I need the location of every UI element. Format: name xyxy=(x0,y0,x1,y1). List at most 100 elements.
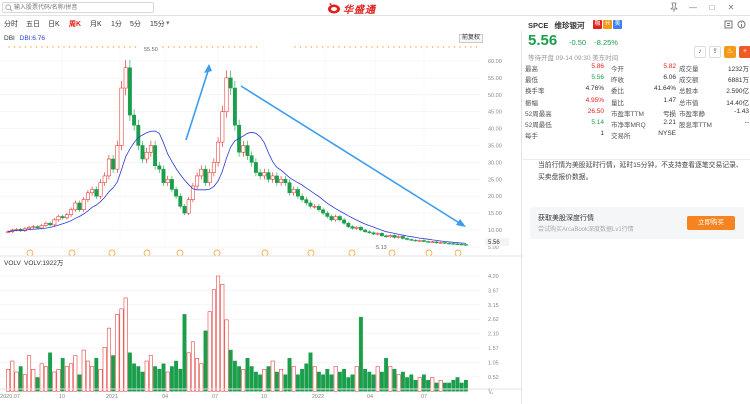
quote-value: 5.14 xyxy=(591,118,604,126)
time-axis-label: 10 xyxy=(261,394,267,400)
candle-body xyxy=(346,222,351,227)
candle-body xyxy=(367,231,372,233)
tab-5min[interactable]: 5分 xyxy=(130,19,141,29)
price-axis-tick: 40.00 xyxy=(488,127,502,133)
event-marker: * xyxy=(426,46,428,52)
candle-body xyxy=(211,162,216,173)
event-circle-icon[interactable] xyxy=(213,249,221,257)
chevron-down-icon[interactable]: ▾ xyxy=(166,19,170,27)
minimize-button[interactable]: — xyxy=(687,2,699,13)
event-circle-icon[interactable] xyxy=(348,249,356,257)
event-marker: * xyxy=(448,46,450,52)
quote-row: 每手 1 交易所 NYSE xyxy=(523,129,750,140)
quote-value: 5.86 xyxy=(591,63,604,70)
candle-body xyxy=(127,67,132,116)
tab-daily-k[interactable]: 日K xyxy=(48,19,60,29)
candle-body xyxy=(136,124,141,146)
tab-weekly-k[interactable]: 周K xyxy=(69,19,81,29)
candle-body xyxy=(438,242,443,244)
volume-bar xyxy=(60,358,65,392)
volume-bar xyxy=(18,366,23,392)
quote-value: 14.40亿 xyxy=(726,99,749,107)
plus-icon[interactable]: + xyxy=(739,46,750,58)
pin-icon[interactable] xyxy=(668,2,680,13)
chart-panel: DBI DBI:6.76 前复权 * * * * * * * * * * * * * * * * * * * * * * *… xyxy=(0,31,522,404)
volume-axis-tick: 1.05 xyxy=(488,360,499,366)
event-circle-icon[interactable] xyxy=(68,249,76,257)
candle-body xyxy=(182,206,187,214)
search-box[interactable] xyxy=(2,2,154,13)
volume-bar xyxy=(316,371,321,392)
volume-bar xyxy=(438,379,443,392)
share-icon[interactable]: ⇪ xyxy=(709,46,721,58)
tab-monthly-k[interactable]: 月K xyxy=(90,19,102,29)
tab-five-day[interactable]: 五日 xyxy=(26,19,40,29)
candle-body xyxy=(39,225,44,229)
volume-bar xyxy=(153,366,158,392)
info-icon[interactable] xyxy=(737,20,746,29)
price-chart[interactable]: * * * * * * * * * * * * * * * * * * * * * * * * * * * * * * * * * * * * * * * *… xyxy=(0,31,521,404)
event-circle-icon[interactable] xyxy=(261,249,269,257)
volume-bar xyxy=(85,360,90,392)
event-circle-icon[interactable] xyxy=(388,249,396,257)
candle-body xyxy=(413,239,418,242)
time-axis-label: 07 xyxy=(212,394,218,400)
bell-icon[interactable]: ♪ xyxy=(694,46,706,58)
volume-bar xyxy=(342,369,347,392)
candle-body xyxy=(459,243,464,246)
candle-body xyxy=(384,235,389,238)
market-state: 等待开盘 09-14 09:30 美东时间 xyxy=(528,55,619,62)
event-circle-icon[interactable] xyxy=(108,249,116,257)
quote-label: 成交量 xyxy=(679,66,699,73)
event-circle-icon[interactable] xyxy=(454,249,462,257)
hot-icon[interactable]: ♨ xyxy=(724,46,736,58)
candle-body xyxy=(199,168,204,177)
volume-bar xyxy=(148,355,153,392)
down-trend-arrow xyxy=(240,85,462,225)
quote-label: 股息率TTM xyxy=(679,121,712,129)
candle-body xyxy=(102,175,107,183)
event-circle-icon[interactable] xyxy=(176,249,184,257)
tab-15min[interactable]: 15分 xyxy=(150,19,165,29)
volume-bar xyxy=(165,371,170,392)
event-circle-icon[interactable] xyxy=(307,249,315,257)
change-percent: -8.25% xyxy=(594,38,618,47)
notes-icon[interactable] xyxy=(724,20,733,29)
volume-bar xyxy=(354,366,359,392)
candle-body xyxy=(358,227,363,231)
event-marker: * xyxy=(179,46,181,52)
quote-label: 振幅 xyxy=(525,99,538,107)
volume-bar xyxy=(64,366,69,392)
buy-now-button[interactable]: 立即购买 xyxy=(687,216,735,230)
time-axis-label: 04 xyxy=(367,394,373,400)
event-circle-icon[interactable] xyxy=(425,249,433,257)
tab-1min[interactable]: 1分 xyxy=(111,19,122,29)
maximize-button[interactable]: □ xyxy=(706,2,718,13)
event-circle-icon[interactable] xyxy=(26,249,34,257)
candle-body xyxy=(300,195,305,200)
event-marker: * xyxy=(63,46,65,52)
candle-body xyxy=(295,189,300,197)
candle-body xyxy=(157,165,162,170)
quote-label: 最低 xyxy=(525,77,538,85)
volume-bar xyxy=(388,366,393,392)
volume-bar xyxy=(195,358,200,392)
volume-bar xyxy=(379,371,384,392)
quote-label: 昨收 xyxy=(611,77,624,85)
close-button[interactable]: ✕ xyxy=(725,2,737,13)
candle-body xyxy=(245,145,250,156)
quote-label: 总市值 xyxy=(679,99,699,107)
event-circle-icon[interactable] xyxy=(143,249,151,257)
price-axis-tick: 30.00 xyxy=(488,160,502,166)
event-marker: * xyxy=(217,46,219,52)
candle-body xyxy=(207,172,212,183)
candle-body xyxy=(203,168,208,183)
event-marker: * xyxy=(316,46,318,52)
tab-intraday[interactable]: 分时 xyxy=(4,19,18,29)
candle-body xyxy=(455,243,460,245)
search-input[interactable] xyxy=(14,3,152,12)
quote-row: 最高 5.86 今开 5.82 成交量 1232万 xyxy=(523,62,750,73)
quote-value: -1.43 xyxy=(734,107,749,115)
margin-tag: 融 xyxy=(593,20,602,29)
event-marker: * xyxy=(91,46,93,52)
